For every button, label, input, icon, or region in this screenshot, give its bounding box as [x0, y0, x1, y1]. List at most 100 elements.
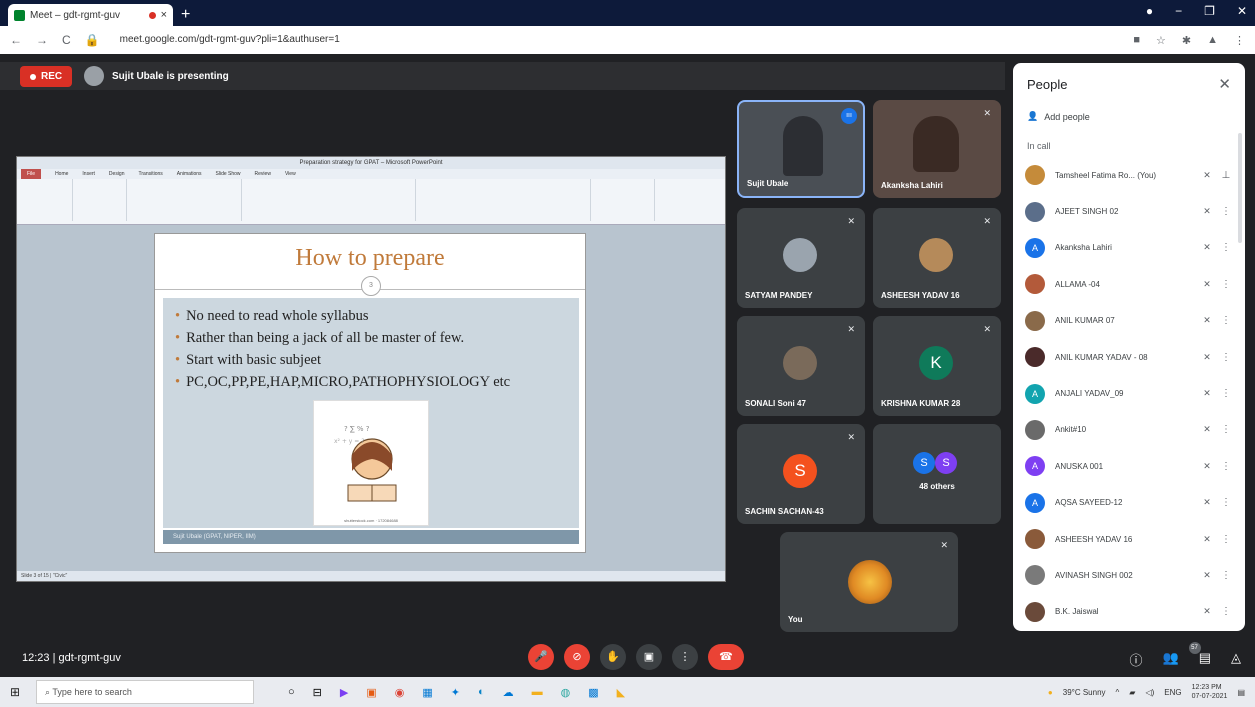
paint-icon[interactable]: ◣	[617, 686, 625, 699]
back-button[interactable]: ←	[10, 33, 22, 47]
activities-icon[interactable]: ◬	[1231, 650, 1241, 669]
bullet-text: No need to read whole syllabus	[186, 308, 369, 324]
camera-indicator-icon[interactable]: ■	[1133, 34, 1140, 47]
participant-row[interactable]: AVINASH SINGH 002 ✕ ⋮	[1025, 557, 1237, 593]
clock-time: 12:23 PM	[1191, 684, 1222, 691]
participant-row[interactable]: Tamsheel Fatima Ro... (You) ✕ ⊥	[1025, 157, 1237, 193]
tile-asheesh-yadav[interactable]: ✕ ASHEESH YADAV 16	[873, 208, 1001, 308]
tile-krishna-kumar[interactable]: K ✕ KRISHNA KUMAR 28	[873, 316, 1001, 416]
ribbon-group-slides	[77, 179, 128, 221]
volume-icon[interactable]: ◁)	[1145, 688, 1154, 697]
clock[interactable]: 12:23 PM 07-07-2021	[1192, 683, 1228, 701]
tray-chevron-icon[interactable]: ^	[1116, 688, 1120, 697]
more-options-icon[interactable]: ⋮	[1215, 242, 1237, 253]
edge-new-icon[interactable]: ◍	[561, 686, 571, 699]
participant-avatar	[1025, 165, 1045, 186]
tile-sachin-sachan[interactable]: S ✕ SACHIN SACHAN-43	[737, 424, 865, 524]
restore-button[interactable]: ❐	[1204, 4, 1215, 18]
more-options-icon[interactable]: ⋮	[1215, 534, 1237, 545]
participant-name: Ankit#10	[1055, 425, 1087, 435]
meeting-details[interactable]: 12:23 | gdt-rgmt-guv	[22, 652, 121, 664]
close-window-button[interactable]: ✕	[1237, 4, 1247, 18]
participant-row[interactable]: ASHEESH YADAV 16 ✕ ⋮	[1025, 521, 1237, 557]
more-options-icon[interactable]: ⋮	[1215, 388, 1237, 399]
photos-icon[interactable]: ✦	[451, 686, 460, 699]
file-explorer-icon[interactable]: ▬	[532, 686, 543, 699]
network-icon[interactable]: ▰	[1129, 688, 1135, 697]
close-panel-icon[interactable]: ✕	[1218, 75, 1231, 93]
participant-row[interactable]: AJEET SINGH 02 ✕ ⋮	[1025, 193, 1237, 229]
participant-row[interactable]: A ANUSKA 001 ✕ ⋮	[1025, 448, 1237, 484]
weather-text[interactable]: 39°C Sunny	[1063, 688, 1106, 697]
meeting-info-icon[interactable]: ⓘ	[1130, 650, 1143, 669]
more-options-icon[interactable]: ⋮	[1215, 315, 1237, 326]
chrome-icon[interactable]: ◉	[395, 686, 405, 699]
bookmark-star-icon[interactable]: ☆	[1156, 34, 1166, 47]
more-options-icon[interactable]: ⋮	[1215, 606, 1237, 617]
participant-row[interactable]: A Akanksha Lahiri ✕ ⋮	[1025, 230, 1237, 266]
more-options-icon[interactable]: ⋮	[1215, 461, 1237, 472]
notifications-icon[interactable]: ▤	[1237, 688, 1245, 697]
extension-puzzle-icon[interactable]: ▲	[1207, 34, 1218, 47]
calendar-icon[interactable]: ▩	[588, 686, 598, 699]
participant-row[interactable]: B.K. Jaiswal ✕ ⋮	[1025, 594, 1237, 630]
raise-hand-button[interactable]: ✋	[600, 644, 626, 670]
more-options-button[interactable]: ⋮	[672, 644, 698, 670]
media-player-icon[interactable]: ▶	[340, 686, 348, 699]
participant-avatar	[1025, 274, 1045, 295]
more-options-icon[interactable]: ⋮	[1215, 279, 1237, 290]
tile-akanksha-lahiri[interactable]: ✕ Akanksha Lahiri	[873, 100, 1001, 198]
camera-toggle-button[interactable]: ⊘	[564, 644, 590, 670]
cortana-icon[interactable]: ○	[288, 686, 295, 699]
profile-icon[interactable]: ●	[1146, 4, 1153, 18]
windows-start-icon[interactable]: ⊞	[0, 685, 30, 699]
more-options-icon[interactable]: ⋮	[1215, 352, 1237, 363]
participant-row[interactable]: ANIL KUMAR YADAV - 08 ✕ ⋮	[1025, 339, 1237, 375]
url-field[interactable]: meet.google.com/gdt-rgmt-guv?pli=1&authu…	[114, 30, 1120, 50]
participant-row[interactable]: A AQSA SAYEED-12 ✕ ⋮	[1025, 485, 1237, 521]
call-controls: 🎤 ⊘ ✋ ▣ ⋮ ☎	[528, 644, 744, 670]
taskbar-search[interactable]: ⌕ Type here to search	[36, 680, 254, 704]
more-options-icon[interactable]: ⋮	[1215, 497, 1237, 508]
new-tab-button[interactable]: +	[181, 4, 190, 26]
people-button[interactable]: 👥 57	[1163, 642, 1201, 669]
slide-footer: Sujit Ubale (GPAT, NIPER, IIM)	[163, 530, 579, 544]
chat-icon[interactable]: ▤	[1199, 650, 1211, 669]
recording-indicator-icon	[148, 11, 156, 19]
reload-button[interactable]: C	[62, 33, 71, 47]
task-view-icon[interactable]: ⊟	[313, 686, 322, 699]
edge-icon[interactable]: ◐	[478, 686, 485, 699]
present-button[interactable]: ▣	[636, 644, 662, 670]
tile-sujit-ubale[interactable]: ııı Sujit Ubale	[737, 100, 865, 198]
participant-initial-avatar: K	[919, 346, 953, 380]
store-icon[interactable]: ▦	[422, 686, 432, 699]
pin-icon[interactable]: ⊥	[1215, 170, 1237, 181]
leave-call-button[interactable]: ☎	[708, 644, 744, 670]
participant-row[interactable]: ALLAMA -04 ✕ ⋮	[1025, 266, 1237, 302]
tile-satyam-pandey[interactable]: ✕ SATYAM PANDEY	[737, 208, 865, 308]
tab-close-icon[interactable]: ×	[161, 9, 167, 21]
office-icon[interactable]: ▣	[366, 686, 376, 699]
tile-self-view[interactable]: ✕ You	[780, 532, 958, 632]
participant-list: Tamsheel Fatima Ro... (You) ✕ ⊥ AJEET SI…	[1025, 157, 1237, 630]
onedrive-icon[interactable]: ☁	[503, 686, 514, 699]
bullet-text: PC,OC,PP,PE,HAP,MICRO,PATHOPHYSIOLOGY et…	[186, 374, 511, 390]
more-options-icon[interactable]: ⋮	[1215, 206, 1237, 217]
tab-meet[interactable]: Meet – gdt-rgmt-guv ×	[8, 4, 173, 26]
tile-others[interactable]: S S 48 others	[873, 424, 1001, 524]
forward-button[interactable]: →	[36, 33, 48, 47]
extensions-icon[interactable]: ✱	[1182, 34, 1191, 47]
participant-row[interactable]: Ankit#10 ✕ ⋮	[1025, 412, 1237, 448]
add-people-button[interactable]: 👤 Add people	[1027, 111, 1090, 122]
minimize-button[interactable]: −	[1175, 4, 1182, 18]
mic-toggle-button[interactable]: 🎤	[528, 644, 554, 670]
more-options-icon[interactable]: ⋮	[1215, 570, 1237, 581]
participant-row[interactable]: A ANJALI YADAV_09 ✕ ⋮	[1025, 375, 1237, 411]
panel-scrollbar[interactable]	[1238, 133, 1242, 243]
more-options-icon[interactable]: ⋮	[1215, 424, 1237, 435]
tile-sonali-soni[interactable]: ✕ SONALI Soni 47	[737, 316, 865, 416]
lang-indicator[interactable]: ENG	[1164, 688, 1181, 697]
tile-name: You	[788, 615, 803, 624]
menu-kebab-icon[interactable]: ⋮	[1234, 34, 1245, 47]
participant-row[interactable]: ANIL KUMAR 07 ✕ ⋮	[1025, 303, 1237, 339]
